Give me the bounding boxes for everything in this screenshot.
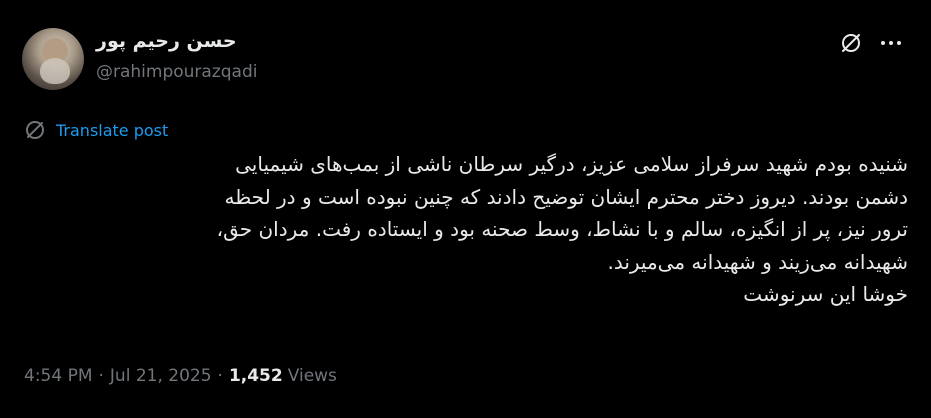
- author-handle[interactable]: @rahimpourazqadi: [96, 62, 257, 82]
- tweet-line: شهیدانه می‌زیند و شهیدانه می‌میرند.: [607, 249, 908, 274]
- translate-globe-icon: [26, 121, 44, 139]
- tweet-line: ترور نیز، پر از انگیزه، سالم و با نشاط، …: [216, 217, 908, 241]
- tweet-line: شنیده بودم شهید سرفراز سلامی عزیز، درگیر…: [235, 152, 908, 176]
- avatar[interactable]: [22, 28, 84, 90]
- translate-post-label: Translate post: [56, 120, 169, 140]
- views-count[interactable]: 1,452: [229, 366, 283, 386]
- author-display-name[interactable]: حسن رحیم پور: [96, 30, 237, 52]
- tweet-meta: 4:54 PM · Jul 21, 2025 · 1,452 Views: [24, 366, 337, 386]
- meta-separator: ·: [217, 366, 223, 386]
- grok-button[interactable]: [836, 28, 866, 58]
- more-button[interactable]: [876, 28, 906, 58]
- post-date[interactable]: Jul 21, 2025: [110, 366, 212, 386]
- views-label: Views: [287, 366, 337, 386]
- avatar-beard: [40, 58, 70, 84]
- post-time[interactable]: 4:54 PM: [24, 366, 93, 386]
- tweet-line: خوشا این سرنوشت: [743, 282, 908, 306]
- meta-separator: ·: [98, 366, 104, 386]
- tweet-line: دشمن بودند. دیروز دختر محترم ایشان توضیح…: [224, 184, 908, 209]
- translate-post-link[interactable]: Translate post: [24, 118, 168, 142]
- grok-icon: [842, 34, 860, 52]
- tweet-text: شنیده بودم شهید سرفراز سلامی عزیز، درگیر…: [24, 148, 908, 311]
- more-icon: [881, 41, 901, 45]
